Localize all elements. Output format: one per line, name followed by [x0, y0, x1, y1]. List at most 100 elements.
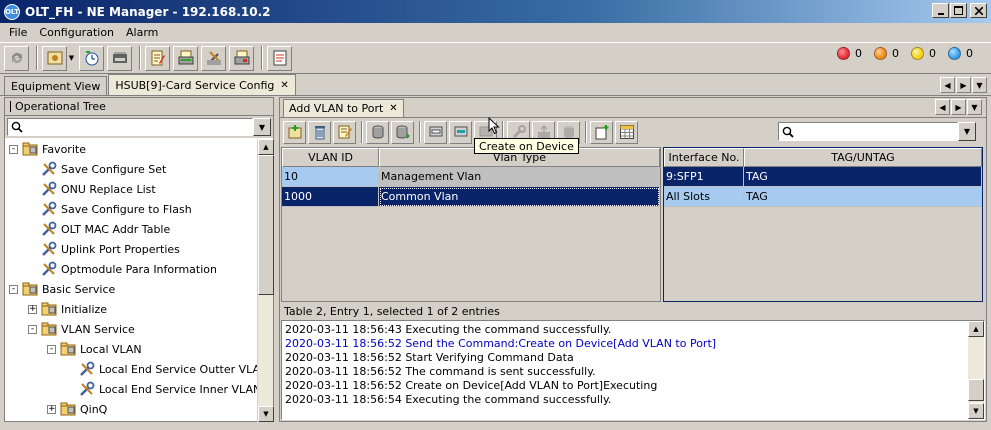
alarm-minor[interactable]: 0	[911, 47, 936, 60]
table-row-selected[interactable]: 9:SFP1 TAG	[664, 167, 982, 187]
triangle-down-icon: ▼	[971, 102, 978, 112]
cell-interface-no[interactable]: All Slots	[664, 187, 744, 207]
tree-expander-icon[interactable]: -	[47, 344, 56, 354]
tab-close-icon[interactable]: ✕	[280, 80, 288, 91]
subtab-list-button[interactable]: ▼	[967, 99, 982, 115]
tab-list-button[interactable]: ▼	[972, 77, 987, 93]
tree-node[interactable]: Uplink Port Properties	[5, 239, 258, 259]
tree-node[interactable]: Local End Service Inner VLAN	[5, 379, 258, 399]
refresh-button[interactable]	[4, 45, 29, 71]
log-line: 2020-03-11 18:56:52 Create on Device[Add…	[285, 379, 658, 392]
modify-button[interactable]	[333, 120, 356, 144]
cell-vlan-type[interactable]: Management Vlan	[379, 167, 660, 187]
tree-node[interactable]: - VLAN Service	[5, 319, 258, 339]
report-button[interactable]	[267, 45, 292, 71]
tree-expander-icon[interactable]: -	[9, 144, 18, 154]
tab-scroll-left-button[interactable]: ◀	[940, 77, 955, 93]
cell-tag-untag[interactable]: TAG	[744, 167, 982, 187]
scroll-up-button[interactable]: ▲	[968, 321, 984, 337]
tab-equipment-view[interactable]: Equipment View	[4, 76, 108, 95]
delete-button[interactable]	[308, 120, 331, 144]
column-header-interface-no[interactable]: Interface No.	[664, 148, 744, 167]
alarm-critical[interactable]: 0	[837, 47, 862, 60]
tree-node[interactable]: Optmodule Para Information	[5, 259, 258, 279]
add-button[interactable]	[283, 120, 306, 144]
scroll-thumb[interactable]	[258, 155, 274, 295]
tree-expander-icon[interactable]: +	[28, 304, 37, 314]
tree-node[interactable]: + QinQ	[5, 399, 258, 419]
content-search-dropdown[interactable]: ▼	[958, 122, 976, 141]
scroll-thumb[interactable]	[968, 379, 984, 401]
cell-vlan-id[interactable]: 10	[282, 167, 379, 187]
scroll-up-button[interactable]: ▲	[258, 139, 274, 155]
column-header-tag-untag[interactable]: TAG/UNTAG	[744, 148, 982, 167]
close-button[interactable]	[970, 3, 987, 18]
tab-card-service-config[interactable]: HSUB[9]-Card Service Config ✕	[108, 74, 296, 95]
search-icon	[782, 126, 794, 138]
device-button[interactable]	[173, 45, 198, 71]
tree-node-label: Save Configure Set	[61, 162, 167, 176]
log-line: 2020-03-11 18:56:52 Send the Command:Cre…	[285, 337, 717, 350]
maximize-button[interactable]	[950, 3, 967, 18]
table-row[interactable]: All Slots TAG	[664, 187, 982, 207]
table-view-button[interactable]	[615, 120, 638, 144]
tree-node[interactable]: OLT MAC Addr Table	[5, 219, 258, 239]
tree-node[interactable]: Save Configure to Flash	[5, 199, 258, 219]
minimize-button[interactable]	[932, 3, 949, 18]
timer-button[interactable]	[79, 45, 104, 71]
scroll-down-button[interactable]: ▼	[258, 406, 274, 422]
alarm-minor-count: 0	[929, 47, 936, 60]
onu-button[interactable]	[107, 45, 132, 71]
vlan-table: VLAN ID Vlan Type 10 Management Vlan 100…	[281, 147, 661, 302]
tree-scrollbar[interactable]: ▲ ▼	[257, 139, 274, 422]
tree-expander-icon[interactable]: +	[47, 404, 56, 414]
tree-node[interactable]: + Initialize	[5, 299, 258, 319]
report-icon	[273, 50, 286, 66]
log-scrollbar[interactable]: ▲ ▼	[968, 321, 984, 419]
menu-configuration[interactable]: Configuration	[33, 26, 120, 39]
tree-view: - Favorite Save Configure Set ONU Replace L…	[5, 139, 258, 422]
tree-node[interactable]: ONU Replace List	[5, 179, 258, 199]
menu-file[interactable]: File	[3, 26, 33, 39]
config-button[interactable]	[42, 45, 67, 71]
content-search-input[interactable]	[778, 122, 958, 141]
cell-tag-untag[interactable]: TAG	[744, 187, 982, 207]
create-on-device-button[interactable]	[449, 120, 472, 144]
tree-expander-icon[interactable]: -	[9, 284, 18, 294]
cell-interface-no[interactable]: 9:SFP1	[664, 167, 744, 187]
tree-node[interactable]: Save Configure Set	[5, 159, 258, 179]
tree-node[interactable]: Local End Service Outter VLAN	[5, 359, 258, 379]
app-icon: OLT	[4, 3, 20, 20]
tab-close-icon[interactable]: ✕	[389, 103, 397, 114]
config-dropdown[interactable]: ▼	[67, 46, 76, 71]
subtab-scroll-left-button[interactable]: ◀	[935, 99, 950, 115]
tree-search-input[interactable]	[7, 118, 253, 136]
read-from-device-button[interactable]	[366, 120, 389, 144]
column-header-vlan-id[interactable]: VLAN ID	[282, 148, 379, 167]
tree-node-label: Local End Service Inner VLAN	[99, 382, 258, 396]
tools-button[interactable]	[201, 45, 226, 71]
tree-search-dropdown[interactable]: ▼	[253, 118, 271, 136]
cell-vlan-type[interactable]: Common Vlan	[379, 187, 660, 207]
table-row-selected[interactable]: 1000 Common Vlan	[282, 187, 660, 207]
menu-alarm[interactable]: Alarm	[120, 26, 164, 39]
tab-scroll-right-button[interactable]: ▶	[956, 77, 971, 93]
alarm-warning-icon	[948, 47, 961, 60]
tree-node[interactable]: - Favorite	[5, 139, 258, 159]
scroll-down-button[interactable]: ▼	[968, 403, 984, 419]
table-row[interactable]: 10 Management Vlan	[282, 167, 660, 187]
edit-button[interactable]	[145, 45, 170, 71]
tree-node[interactable]: - Basic Service	[5, 279, 258, 299]
copy-button[interactable]	[590, 120, 613, 144]
print-button[interactable]	[229, 45, 254, 71]
tab-add-vlan-to-port[interactable]: Add VLAN to Port ✕	[283, 99, 404, 117]
maximize-icon	[954, 6, 963, 15]
get-from-device-button[interactable]	[424, 120, 447, 144]
alarm-major[interactable]: 0	[874, 47, 899, 60]
subtab-scroll-right-button[interactable]: ▶	[951, 99, 966, 115]
cell-vlan-id[interactable]: 1000	[282, 187, 379, 207]
tree-node[interactable]: - Local VLAN	[5, 339, 258, 359]
tree-expander-icon[interactable]: -	[28, 324, 37, 334]
alarm-warning[interactable]: 0	[948, 47, 973, 60]
write-to-device-button[interactable]	[391, 120, 414, 144]
